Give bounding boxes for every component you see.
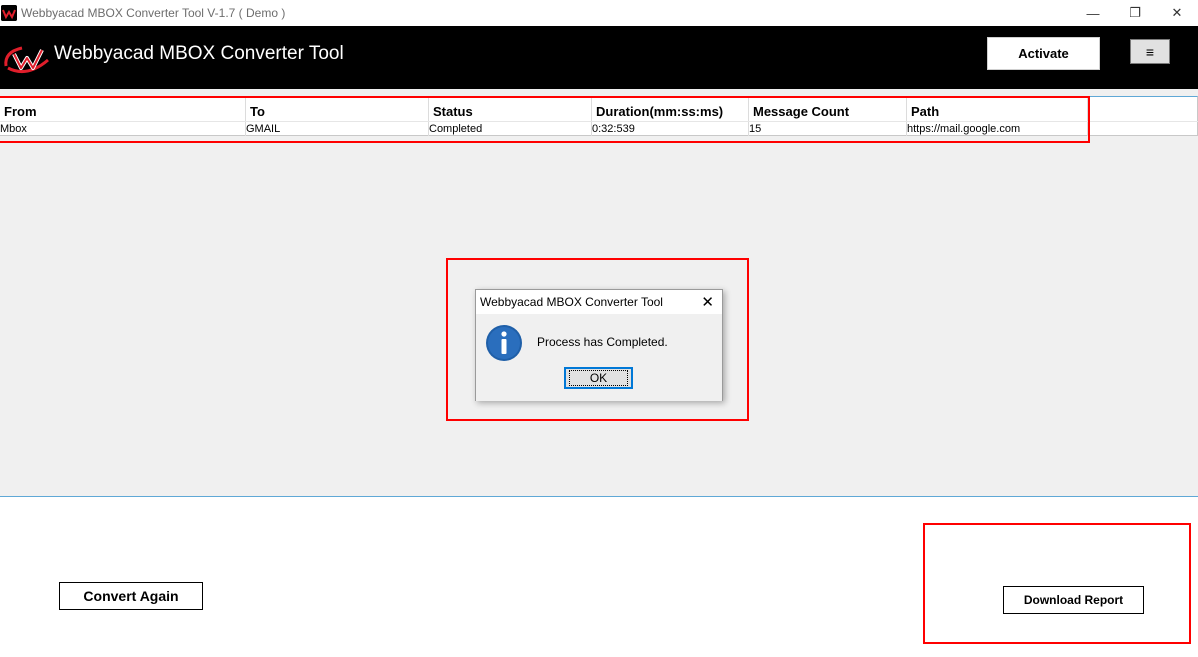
- hamburger-menu-button[interactable]: ≡: [1130, 39, 1170, 64]
- window-titlebar: Webbyacad MBOX Converter Tool V-1.7 ( De…: [0, 0, 1198, 26]
- highlight-box-download: [923, 523, 1191, 644]
- ok-button-label: OK: [568, 370, 629, 386]
- download-report-button[interactable]: Download Report: [1003, 586, 1144, 614]
- dialog-message: Process has Completed.: [537, 335, 668, 349]
- minimize-button[interactable]: —: [1072, 0, 1114, 26]
- restore-button[interactable]: ❐: [1114, 0, 1156, 26]
- info-icon: [485, 324, 523, 362]
- activate-button[interactable]: Activate: [987, 37, 1100, 70]
- completion-dialog: Webbyacad MBOX Converter Tool ✕ Process …: [475, 289, 723, 401]
- column-header-filler: [1088, 97, 1198, 121]
- window-controls: — ❐ ✕: [1072, 0, 1198, 26]
- convert-again-button[interactable]: Convert Again: [59, 582, 203, 610]
- ok-button[interactable]: OK: [564, 367, 633, 389]
- webbyacad-logo-icon: [2, 38, 52, 78]
- dialog-close-icon[interactable]: ✕: [701, 293, 714, 311]
- section-divider: [0, 496, 1198, 497]
- dialog-title: Webbyacad MBOX Converter Tool: [480, 295, 663, 309]
- highlight-box-table: [0, 96, 1090, 143]
- app-header: Webbyacad MBOX Converter Tool Activate ≡: [0, 26, 1198, 89]
- close-window-button[interactable]: ✕: [1156, 0, 1198, 26]
- app-logo-icon: [1, 5, 17, 21]
- cell-filler: [1088, 122, 1198, 136]
- brand-title: Webbyacad MBOX Converter Tool: [54, 43, 344, 64]
- window-title: Webbyacad MBOX Converter Tool V-1.7 ( De…: [21, 6, 286, 20]
- dialog-body: Process has Completed. OK: [476, 314, 722, 401]
